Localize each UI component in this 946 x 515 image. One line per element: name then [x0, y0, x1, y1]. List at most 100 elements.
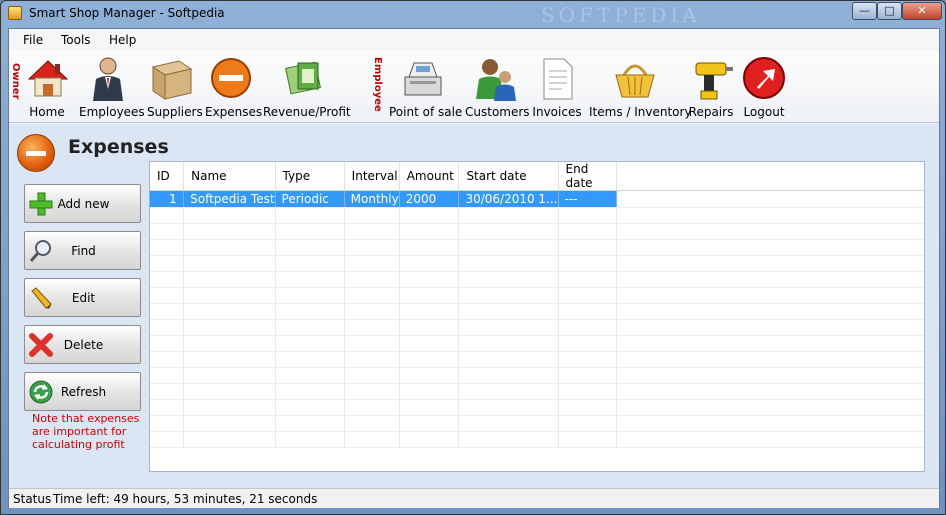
app-window: Smart Shop Manager - Softpedia SOFTPEDIA…	[0, 0, 946, 515]
column-header-interval[interactable]: Interval	[344, 162, 400, 191]
add-new-button[interactable]: Add new	[24, 184, 141, 223]
empty-grid-row	[150, 255, 924, 272]
title-bar[interactable]: Smart Shop Manager - Softpedia SOFTPEDIA…	[1, 1, 945, 27]
status-label: Status	[13, 492, 52, 506]
watermark-text: SOFTPEDIA	[541, 3, 701, 27]
column-header-filler	[616, 162, 924, 191]
employee-person-icon	[85, 55, 131, 101]
owner-section-label: Owner	[10, 63, 21, 100]
refresh-button[interactable]: Refresh	[24, 372, 141, 411]
grid-header-row: ID Name Type Interval Amount Start date …	[150, 162, 924, 191]
profit-note-text: Note that expenses are important for cal…	[32, 412, 140, 451]
column-header-id[interactable]: ID	[150, 162, 185, 191]
window-title: Smart Shop Manager - Softpedia	[29, 6, 225, 20]
toolbar-logout-button[interactable]: Logout	[739, 55, 789, 119]
empty-grid-row	[150, 287, 924, 304]
toolbar-point-of-sale-label: Point of sale	[389, 105, 463, 119]
edit-label: Edit	[71, 291, 96, 305]
main-toolbar: Owner Home Employees Suppliers Expenses …	[9, 51, 939, 123]
empty-grid-row	[150, 303, 924, 320]
drill-icon	[688, 55, 734, 101]
column-header-amount[interactable]: Amount	[399, 162, 460, 191]
status-time-left: Time left: 49 hours, 53 minutes, 21 seco…	[53, 492, 318, 506]
toolbar-point-of-sale-button[interactable]: Point of sale	[389, 55, 463, 119]
empty-grid-row	[150, 271, 924, 288]
toolbar-revenue-button[interactable]: Revenue/Profit	[263, 55, 351, 119]
maximize-button[interactable]: □	[877, 2, 902, 20]
toolbar-invoices-button[interactable]: Invoices	[532, 55, 582, 119]
toolbar-suppliers-label: Suppliers	[147, 105, 203, 119]
cell-name: Softpedia Test	[183, 190, 276, 208]
toolbar-items-inventory-button[interactable]: Items / Inventory	[589, 55, 692, 119]
toolbar-repairs-button[interactable]: Repairs	[688, 55, 734, 119]
table-row[interactable]: 1 Softpedia Test Periodic Monthly 2000 3…	[150, 190, 924, 208]
toolbar-revenue-label: Revenue/Profit	[263, 105, 351, 119]
empty-grid-row	[150, 239, 924, 256]
invoice-document-icon	[534, 55, 580, 101]
content-panel: Expenses Add new Find Edit Delete Refres…	[9, 124, 939, 488]
toolbar-suppliers-button[interactable]: Suppliers	[147, 55, 203, 119]
toolbar-customers-button[interactable]: Customers	[465, 55, 530, 119]
menu-tools[interactable]: Tools	[61, 33, 91, 47]
app-icon	[8, 6, 22, 20]
revenue-money-icon	[282, 55, 328, 101]
expenses-page-icon	[17, 134, 55, 172]
empty-grid-row	[150, 319, 924, 336]
cell-filler	[616, 190, 924, 208]
employee-section-label: Employee	[372, 57, 383, 112]
supplier-box-icon	[149, 55, 195, 101]
column-header-end-date[interactable]: End date	[558, 162, 618, 191]
empty-grid-row	[150, 399, 924, 416]
cell-type: Periodic	[275, 190, 345, 208]
home-icon	[25, 55, 71, 101]
find-button[interactable]: Find	[24, 231, 141, 270]
refresh-label: Refresh	[60, 385, 107, 399]
empty-grid-row	[150, 431, 924, 448]
expenses-minus-icon	[208, 55, 254, 101]
edit-button[interactable]: Edit	[24, 278, 141, 317]
toolbar-home-button[interactable]: Home	[25, 55, 69, 119]
toolbar-employees-label: Employees	[79, 105, 145, 119]
delete-button[interactable]: Delete	[24, 325, 141, 364]
cell-id: 1	[166, 191, 183, 207]
find-label: Find	[71, 244, 96, 258]
add-new-label: Add new	[57, 197, 110, 211]
toolbar-expenses-button[interactable]: Expenses	[205, 55, 263, 119]
logout-arrow-icon	[741, 55, 787, 101]
toolbar-expenses-label: Expenses	[205, 105, 263, 119]
column-header-name[interactable]: Name	[183, 162, 276, 191]
empty-grid-row	[150, 223, 924, 240]
column-header-type[interactable]: Type	[275, 162, 345, 191]
toolbar-employees-button[interactable]: Employees	[79, 55, 145, 119]
toolbar-home-label: Home	[29, 105, 65, 119]
empty-grid-row	[150, 207, 924, 224]
empty-grid-row	[150, 415, 924, 432]
toolbar-repairs-label: Repairs	[688, 105, 734, 119]
expenses-grid[interactable]: ID Name Type Interval Amount Start date …	[149, 161, 925, 472]
shopping-basket-icon	[612, 55, 658, 101]
column-header-start-date[interactable]: Start date	[458, 162, 559, 191]
menu-file[interactable]: File	[23, 33, 43, 47]
customers-people-icon	[472, 55, 518, 101]
cell-amount: 2000	[399, 190, 460, 208]
page-title: Expenses	[68, 136, 169, 158]
client-area: File Tools Help Owner Home Employees Sup…	[8, 28, 940, 508]
empty-grid-row	[150, 351, 924, 368]
menu-bar: File Tools Help	[9, 29, 939, 51]
toolbar-items-inventory-label: Items / Inventory	[589, 105, 692, 119]
toolbar-logout-label: Logout	[743, 105, 785, 119]
delete-label: Delete	[63, 338, 104, 352]
close-button[interactable]: ✕	[902, 2, 942, 20]
toolbar-invoices-label: Invoices	[532, 105, 582, 119]
empty-grid-row	[150, 335, 924, 352]
minimize-button[interactable]: —	[852, 2, 877, 20]
cell-start-date: 30/06/2010 1...	[458, 190, 559, 208]
cash-register-icon	[400, 55, 446, 101]
menu-help[interactable]: Help	[109, 33, 136, 47]
toolbar-customers-label: Customers	[465, 105, 530, 119]
cell-end-date: ---	[558, 190, 618, 208]
empty-grid-row	[150, 383, 924, 400]
status-bar: Status Time left: 49 hours, 53 minutes, …	[9, 488, 939, 508]
cell-interval: Monthly	[344, 190, 400, 208]
empty-grid-row	[150, 367, 924, 384]
